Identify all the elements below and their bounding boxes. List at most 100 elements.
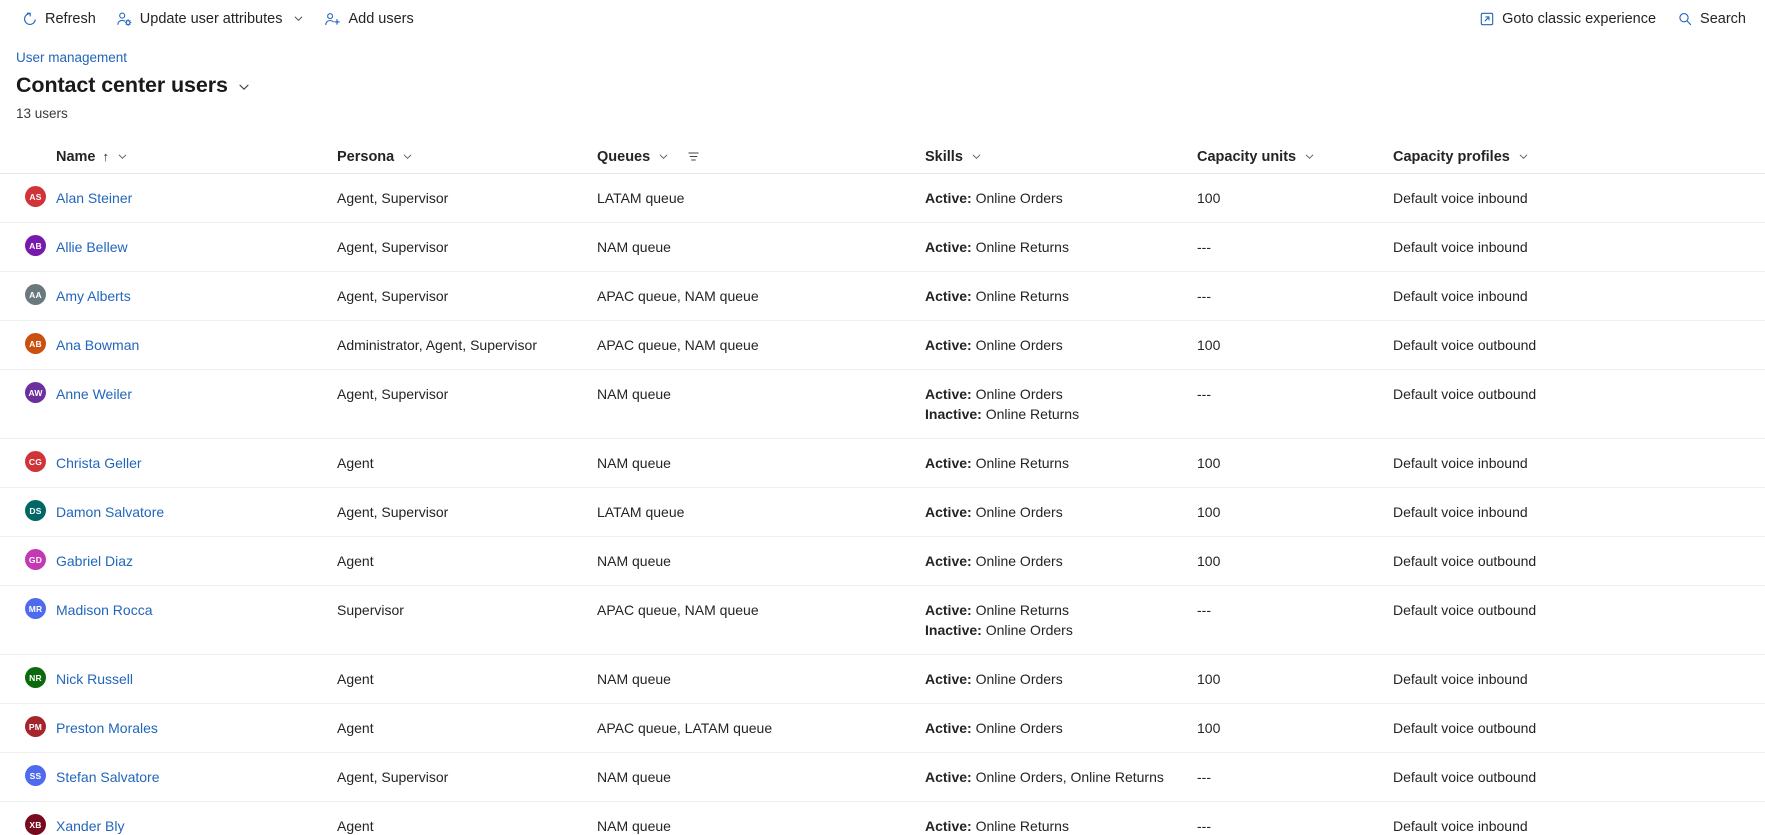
column-header-name[interactable]: Name ↑ (0, 149, 337, 165)
cell-capacity-profiles: Default voice inbound (1393, 818, 1528, 834)
cell-skills: Active: Online Returns (925, 223, 1197, 271)
skill-value: Online Orders (975, 504, 1063, 520)
column-header-skills[interactable]: Skills (925, 149, 1197, 165)
search-button[interactable]: Search (1667, 4, 1755, 34)
cell-skills: Active: Online Returns (925, 802, 1197, 835)
skill-value: Online Returns (975, 455, 1069, 471)
filter-icon[interactable] (687, 150, 700, 163)
user-name-link[interactable]: Stefan Salvatore (56, 766, 160, 786)
update-user-attributes-button[interactable]: Update user attributes (107, 4, 314, 34)
table-row[interactable]: XB Xander Bly Agent NAM queue Active: Online… (0, 802, 1765, 835)
column-header-capacity_profiles[interactable]: Capacity profiles (1393, 149, 1765, 165)
avatar: PM (25, 716, 46, 737)
cell-persona: Agent (337, 720, 374, 736)
goto-classic-experience-button[interactable]: Goto classic experience (1469, 4, 1665, 34)
user-name-link[interactable]: Preston Morales (56, 717, 158, 737)
skill-value: Online Orders, Online Returns (975, 769, 1164, 785)
user-name-link[interactable]: Ana Bowman (56, 334, 139, 354)
user-name-link[interactable]: Xander Bly (56, 815, 124, 835)
breadcrumb[interactable]: User management (16, 49, 127, 67)
skill-state: Active: (925, 602, 972, 618)
skill-state: Active: (925, 288, 972, 304)
user-name-link[interactable]: Gabriel Diaz (56, 550, 133, 570)
skill-state: Active: (925, 190, 972, 206)
cell-skills: Active: Online Orders (925, 321, 1197, 369)
column-chevron-down-icon[interactable] (402, 151, 413, 162)
cell-persona: Agent (337, 818, 374, 834)
skill-state: Active: (925, 818, 972, 834)
page-title-row: Contact center users (16, 72, 1765, 98)
chevron-down-icon[interactable] (293, 13, 304, 24)
cell-name: AS Alan Steiner (0, 174, 337, 220)
user-name-link[interactable]: Damon Salvatore (56, 501, 164, 521)
user-name-link[interactable]: Amy Alberts (56, 285, 131, 305)
skill-state: Inactive: (925, 622, 982, 638)
skill-value: Online Returns (975, 818, 1069, 834)
avatar: NR (25, 667, 46, 688)
table-row[interactable]: AB Allie Bellew Agent, Supervisor NAM queue… (0, 223, 1765, 272)
cell-name: MR Madison Rocca (0, 586, 337, 632)
cell-queues: NAM queue (597, 769, 671, 785)
avatar: SS (25, 765, 46, 786)
table-row[interactable]: AW Anne Weiler Agent, Supervisor NAM queue A… (0, 370, 1765, 439)
skill-entry: Active: Online Orders (925, 385, 1197, 403)
cell-capacity-units: --- (1197, 288, 1211, 304)
column-header-label-capacity_profiles: Capacity profiles (1393, 148, 1510, 165)
skill-state: Active: (925, 504, 972, 520)
avatar: DS (25, 500, 46, 521)
table-row[interactable]: GD Gabriel Diaz Agent NAM queue Active: Onli… (0, 537, 1765, 586)
column-header-label-persona: Persona (337, 148, 395, 165)
user-name-link[interactable]: Allie Bellew (56, 236, 128, 256)
table-row[interactable]: NR Nick Russell Agent NAM queue Active: Onli… (0, 655, 1765, 704)
table-row[interactable]: AA Amy Alberts Agent, Supervisor APAC queue… (0, 272, 1765, 321)
column-chevron-down-icon[interactable] (1518, 151, 1529, 162)
table-row[interactable]: DS Damon Salvatore Agent, Supervisor LATAM … (0, 488, 1765, 537)
column-header-queues[interactable]: Queues (597, 149, 925, 165)
cell-queues: APAC queue, NAM queue (597, 288, 759, 304)
page-title-chevron-down-icon[interactable] (237, 77, 251, 94)
skill-state: Active: (925, 720, 972, 736)
skill-value: Online Returns (975, 239, 1069, 255)
column-chevron-down-icon[interactable] (1304, 151, 1315, 162)
column-chevron-down-icon[interactable] (971, 151, 982, 162)
skill-value: Online Orders (975, 671, 1063, 687)
cell-queues: APAC queue, NAM queue (597, 602, 759, 618)
command-bar-right-group: Goto classic experience Search (1469, 4, 1755, 34)
skill-entry: Active: Online Returns (925, 238, 1197, 256)
cell-capacity-profiles: Default voice outbound (1393, 602, 1537, 618)
cell-capacity-profiles: Default voice outbound (1393, 386, 1537, 402)
command-bar: Refresh Update user attributes Add users… (0, 0, 1765, 37)
table-row[interactable]: PM Preston Morales Agent APAC queue, LATAM … (0, 704, 1765, 753)
skill-entry: Active: Online Returns (925, 454, 1197, 472)
skill-state: Active: (925, 769, 972, 785)
user-name-link[interactable]: Alan Steiner (56, 187, 132, 207)
add-user-icon (324, 10, 341, 27)
cell-persona: Agent, Supervisor (337, 288, 449, 304)
cell-capacity-units: --- (1197, 818, 1211, 834)
column-header-capacity_units[interactable]: Capacity units (1197, 149, 1393, 165)
command-bar-left-group: Refresh Update user attributes Add users (12, 4, 423, 34)
table-row[interactable]: MR Madison Rocca Supervisor APAC queue, NAM… (0, 586, 1765, 655)
cell-capacity-units: 100 (1197, 455, 1221, 471)
cell-capacity-profiles: Default voice outbound (1393, 769, 1537, 785)
table-row[interactable]: SS Stefan Salvatore Agent, Supervisor NAM q… (0, 753, 1765, 802)
table-row[interactable]: CG Christa Geller Agent NAM queue Active: On… (0, 439, 1765, 488)
cell-name: CG Christa Geller (0, 439, 337, 485)
add-users-button[interactable]: Add users (315, 4, 422, 34)
cell-skills: Active: Online Orders (925, 537, 1197, 585)
user-name-link[interactable]: Christa Geller (56, 452, 142, 472)
cell-name: AB Allie Bellew (0, 223, 337, 269)
column-header-persona[interactable]: Persona (337, 149, 597, 165)
user-name-link[interactable]: Madison Rocca (56, 599, 153, 619)
page-title: Contact center users (16, 73, 228, 97)
column-chevron-down-icon[interactable] (658, 151, 669, 162)
cell-queues: NAM queue (597, 239, 671, 255)
user-name-link[interactable]: Nick Russell (56, 668, 133, 688)
table-row[interactable]: AB Ana Bowman Administrator, Agent, Superv… (0, 321, 1765, 370)
user-settings-icon (116, 10, 133, 27)
refresh-button[interactable]: Refresh (12, 4, 105, 34)
column-chevron-down-icon[interactable] (117, 151, 128, 162)
table-row[interactable]: AS Alan Steiner Agent, Supervisor LATAM que… (0, 174, 1765, 223)
cell-name: AA Amy Alberts (0, 272, 337, 318)
user-name-link[interactable]: Anne Weiler (56, 383, 132, 403)
